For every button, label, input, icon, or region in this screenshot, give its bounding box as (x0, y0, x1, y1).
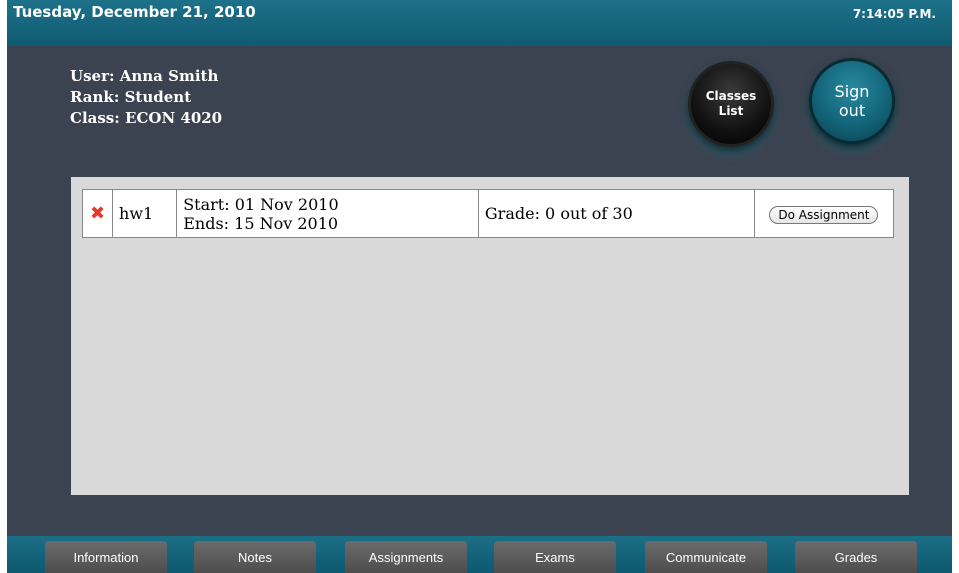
assignments-panel: ✖ hw1 Start: 01 Nov 2010 Ends: 15 Nov 20… (71, 177, 909, 495)
user-rank: Rank: Student (70, 88, 192, 106)
assignment-dates: Start: 01 Nov 2010 Ends: 15 Nov 2010 (176, 189, 479, 238)
assignments-table: ✖ hw1 Start: 01 Nov 2010 Ends: 15 Nov 20… (81, 189, 895, 238)
tab-communicate[interactable]: Communicate (645, 541, 767, 573)
do-assignment-button[interactable]: Do Assignment (769, 205, 879, 224)
app-window: Tuesday, December 21, 2010 7:14:05 P.M. … (7, 0, 952, 573)
action-cell: Do Assignment (753, 189, 895, 238)
sign-out-button[interactable]: Sign out (809, 58, 895, 144)
user-class: Class: ECON 4020 (70, 109, 223, 127)
bottom-nav: Information Notes Assignments Exams Comm… (7, 536, 952, 573)
tab-notes[interactable]: Notes (194, 541, 316, 573)
current-time: 7:14:05 P.M. (852, 7, 936, 21)
tab-assignments[interactable]: Assignments (345, 541, 467, 573)
tab-grades[interactable]: Grades (795, 541, 917, 573)
user-name: User: Anna Smith (70, 67, 219, 85)
assignment-start: Start: 01 Nov 2010 (183, 194, 339, 214)
table-row: ✖ hw1 Start: 01 Nov 2010 Ends: 15 Nov 20… (81, 189, 895, 238)
tab-exams[interactable]: Exams (494, 541, 616, 573)
classes-list-button[interactable]: Classes List (688, 61, 774, 147)
classes-list-label: Classes List (705, 89, 757, 118)
assignment-name: hw1 (112, 189, 178, 238)
tab-information[interactable]: Information (45, 541, 167, 573)
delete-cell: ✖ (81, 189, 114, 238)
user-info: User: Anna Smith Rank: Student Class: EC… (70, 66, 222, 129)
assignment-grade: Grade: 0 out of 30 (477, 189, 755, 238)
top-bar: Tuesday, December 21, 2010 7:14:05 P.M. (7, 0, 952, 46)
assignment-ends: Ends: 15 Nov 2010 (183, 213, 339, 233)
sign-out-label: Sign out (834, 82, 870, 120)
current-date: Tuesday, December 21, 2010 (13, 3, 256, 21)
close-icon[interactable]: ✖ (90, 203, 105, 224)
